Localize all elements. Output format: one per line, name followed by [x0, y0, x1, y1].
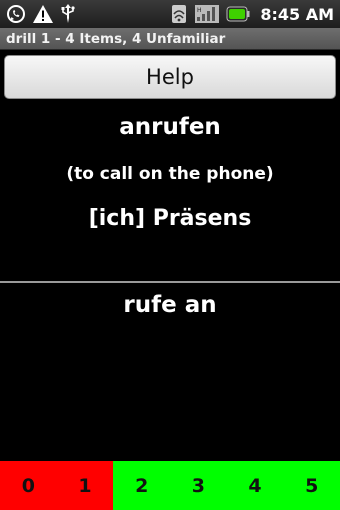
status-bar: H 8:45 AM: [0, 0, 340, 28]
svg-text:H: H: [197, 7, 202, 14]
rating-button-1[interactable]: 1: [56, 461, 114, 510]
rating-button-0[interactable]: 0: [0, 461, 57, 510]
wifi-icon: [170, 3, 188, 25]
rating-bar: 0 1 2 3 4 5: [0, 461, 340, 510]
warning-icon: [32, 4, 54, 24]
rating-button-4[interactable]: 4: [226, 461, 284, 510]
prompt-conjugation-form: [ich] Präsens: [88, 206, 252, 231]
system-icons: H 8:45 AM: [170, 3, 334, 25]
rating-button-5[interactable]: 5: [283, 461, 340, 510]
usb-icon: [60, 3, 76, 25]
battery-icon: [226, 6, 250, 22]
whatsapp-icon: [6, 4, 26, 24]
activity-title: drill 1 - 4 Items, 4 Unfamiliar: [0, 28, 340, 50]
prompt-card: anrufen (to call on the phone) [ich] Prä…: [0, 104, 340, 280]
signal-icon: H: [194, 3, 220, 25]
drill-screen: H 8:45 AM drill 1 - 4 Items, 4 Unfamilia…: [0, 0, 340, 510]
divider: [0, 281, 340, 283]
rating-button-2[interactable]: 2: [113, 461, 171, 510]
answer-text: rufe an: [123, 292, 217, 318]
help-button[interactable]: Help: [4, 55, 336, 99]
rating-button-3[interactable]: 3: [170, 461, 227, 510]
notification-icons: [6, 3, 76, 25]
prompt-word: anrufen: [119, 114, 221, 140]
prompt-translation: (to call on the phone): [66, 164, 274, 184]
status-clock: 8:45 AM: [260, 4, 334, 24]
